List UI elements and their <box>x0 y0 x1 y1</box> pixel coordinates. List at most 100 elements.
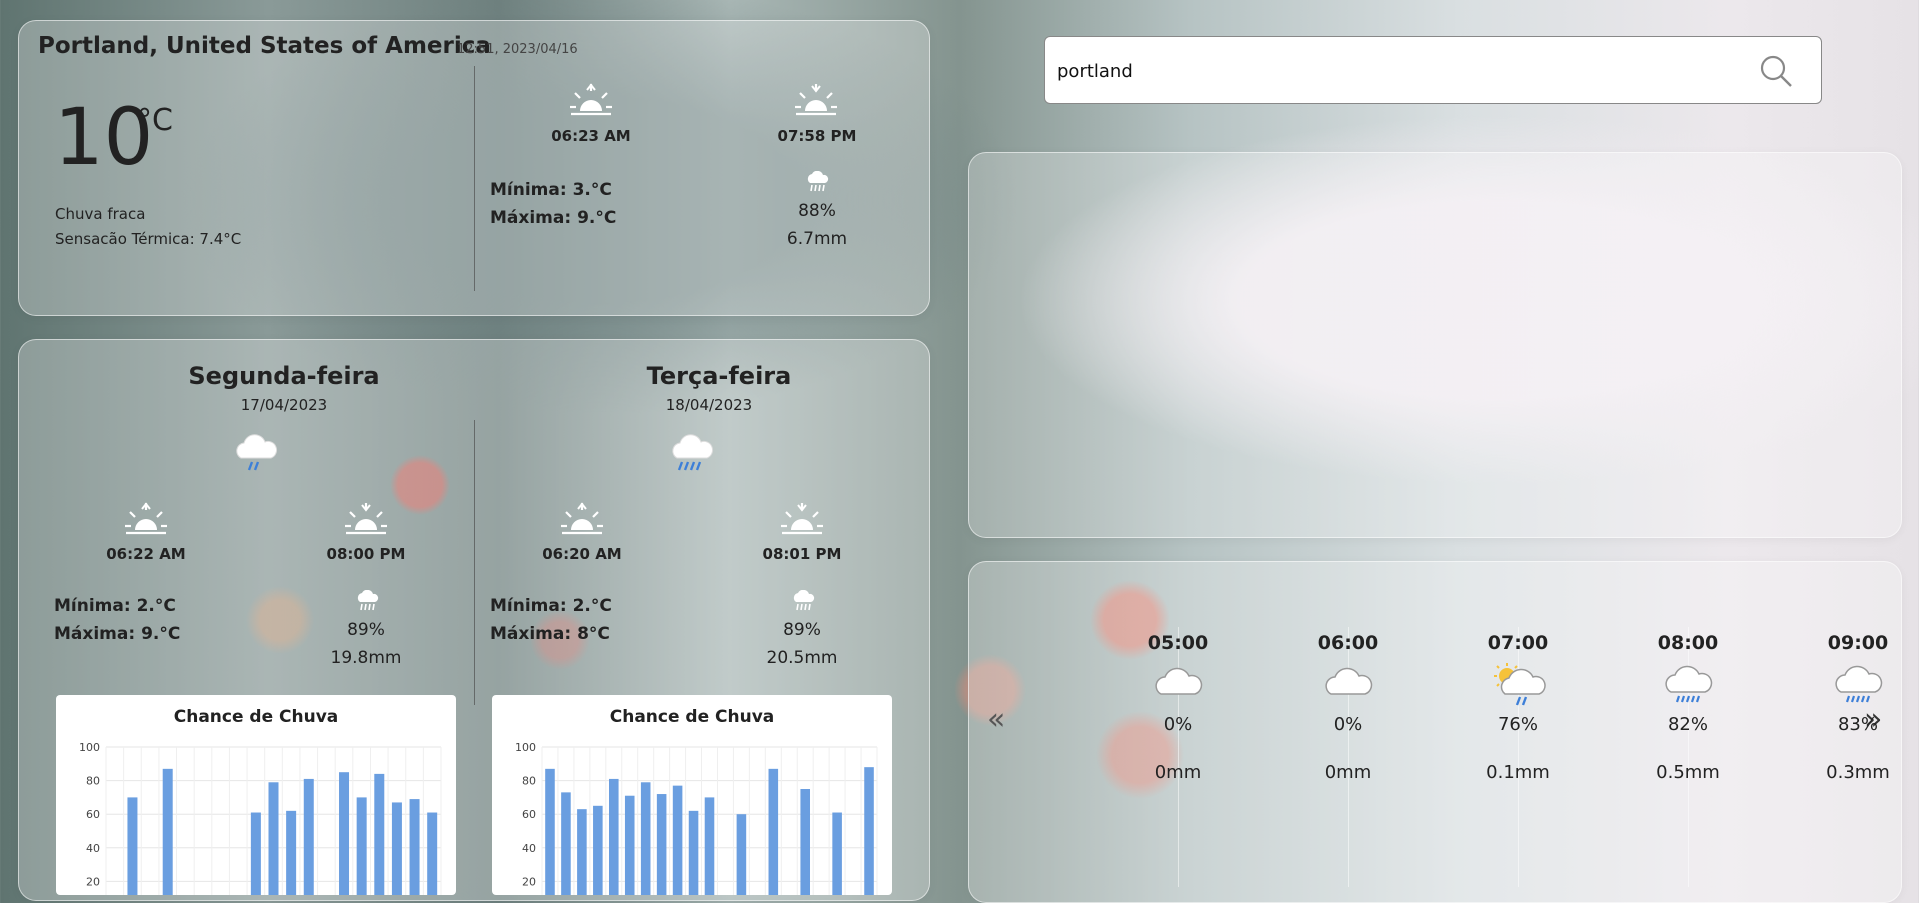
max-temp: Máxima: 9.°C <box>54 624 181 644</box>
hour-time: 05:00 <box>1147 632 1209 654</box>
cloud-rain-icon <box>1663 662 1713 708</box>
sunrise-icon <box>124 502 168 536</box>
max-temp: Máxima: 8°C <box>490 624 610 644</box>
bar <box>286 810 297 895</box>
rain-cloud-icon <box>355 590 379 612</box>
humidity: 89% <box>347 620 385 640</box>
bar <box>427 812 438 895</box>
bar <box>127 797 138 895</box>
hour-item: 05:00 0% 0mm <box>1093 602 1263 862</box>
divider <box>474 66 475 291</box>
hour-time: 06:00 <box>1317 632 1379 654</box>
y-tick-label: 20 <box>522 875 536 888</box>
rain-cloud-icon <box>791 590 815 612</box>
y-tick-label: 80 <box>522 775 536 788</box>
current-datetime: 12:51, 2023/04/16 <box>457 42 578 57</box>
bar <box>704 797 715 895</box>
rain-chance: 82% <box>1667 714 1708 735</box>
cloud-icon <box>1323 662 1373 706</box>
hour-item: 06:00 0% 0mm <box>1263 602 1433 862</box>
bar <box>303 778 314 895</box>
search-bar[interactable] <box>1044 36 1822 104</box>
precipitation: 20.5mm <box>766 648 838 668</box>
bar <box>593 805 603 895</box>
forecast-panel: Segunda-feira 17/04/2023 06:22 AM 08:00 … <box>18 339 930 901</box>
cloud-heavy-rain-icon <box>669 432 715 478</box>
sun-cloud-rain-icon <box>1493 662 1549 708</box>
bar <box>339 772 350 895</box>
humidity: 89% <box>783 620 821 640</box>
hour-item: 08:00 82% 0.5mm <box>1603 602 1773 862</box>
bar <box>624 795 635 895</box>
bar <box>162 768 173 895</box>
current-weather-panel: Portland, United States of America 12:51… <box>18 20 930 316</box>
feels-like: Sensacão Térmica: 7.4°C <box>55 230 242 248</box>
y-tick-label: 80 <box>86 775 100 788</box>
bar <box>672 785 683 895</box>
bar <box>250 812 261 895</box>
rain-chance: 83% <box>1837 714 1878 735</box>
y-tick-label: 60 <box>522 808 536 821</box>
sunrise-time: 06:22 AM <box>106 545 186 563</box>
precipitation: 0.3mm <box>1826 762 1890 783</box>
bar <box>409 799 420 895</box>
rain-chance-chart: Chance de Chuva 100 80 60 40 20 <box>56 695 456 895</box>
hour-item: 09:00 83% 0.3mm <box>1773 602 1919 862</box>
sunrise-time: 06:23 AM <box>551 127 631 145</box>
cloud-rain-icon <box>233 432 279 478</box>
sunset-icon <box>794 83 838 117</box>
min-temp: Mínima: 2.°C <box>54 596 176 616</box>
y-tick-label: 60 <box>86 808 100 821</box>
hour-time: 07:00 <box>1487 632 1549 654</box>
bar <box>736 814 747 895</box>
bar <box>577 809 587 895</box>
y-tick-label: 20 <box>86 875 100 888</box>
bar <box>374 773 385 895</box>
day-name: Terça-feira <box>646 362 792 390</box>
rain-chance-chart-svg: 100 80 60 40 20 <box>79 741 442 895</box>
hourly-forecast-panel: « » 05:00 0% 0mm 06:00 0% 0mm 07:00 76% … <box>968 561 1902 903</box>
sunrise-icon <box>560 502 604 536</box>
y-tick-label: 40 <box>522 842 536 855</box>
cloud-rain-icon <box>1833 662 1883 708</box>
sunrise-time: 06:20 AM <box>542 545 622 563</box>
divider <box>474 420 475 705</box>
map-panel <box>968 152 1902 538</box>
bar <box>656 794 667 895</box>
min-temp: Mínima: 2.°C <box>490 596 612 616</box>
sunrise-icon <box>569 83 613 117</box>
bar <box>268 782 279 895</box>
search-input[interactable] <box>1055 51 1699 91</box>
max-temp: Máxima: 9.°C <box>490 208 617 228</box>
rain-chance-chart: Chance de Chuva 100 80 60 40 20 <box>492 695 892 895</box>
hour-item: 07:00 76% 0.1mm <box>1433 602 1603 862</box>
sunset-time: 07:58 PM <box>777 127 857 145</box>
min-temp: Mínima: 3.°C <box>490 180 612 200</box>
sunset-icon <box>780 502 824 536</box>
bar <box>640 782 651 895</box>
rain-chance: 76% <box>1497 714 1538 735</box>
cloud-icon <box>1153 662 1203 706</box>
day-date: 18/04/2023 <box>665 396 753 414</box>
precipitation: 0.1mm <box>1486 762 1550 783</box>
weather-description: Chuva fraca <box>55 205 146 223</box>
sunset-icon <box>344 502 388 536</box>
bar <box>545 768 555 895</box>
humidity: 88% <box>798 201 836 221</box>
day-name: Segunda-feira <box>188 362 380 390</box>
hourly-prev-button[interactable]: « <box>987 702 1005 737</box>
bar <box>609 778 619 895</box>
bar <box>768 768 779 895</box>
rain-cloud-icon <box>805 171 829 193</box>
precipitation: 0mm <box>1324 762 1372 783</box>
bar <box>800 789 810 895</box>
bar <box>356 797 367 895</box>
precipitation: 19.8mm <box>330 648 402 668</box>
search-icon[interactable] <box>1758 53 1794 89</box>
temperature-unit: °C <box>137 103 173 138</box>
location-title: Portland, United States of America <box>38 33 491 59</box>
precipitation: 0.5mm <box>1656 762 1720 783</box>
bar <box>832 812 842 895</box>
day-date: 17/04/2023 <box>240 396 328 414</box>
bar <box>688 810 699 895</box>
